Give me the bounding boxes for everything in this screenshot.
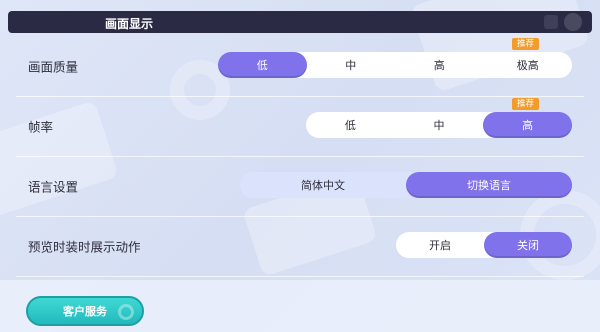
switch-language-button[interactable]: 切换语言 — [406, 172, 572, 198]
quality-option-high[interactable]: 高 — [395, 52, 484, 78]
preview-action-off[interactable]: 关闭 — [484, 232, 572, 258]
framerate-option-low[interactable]: 低 — [306, 112, 395, 138]
framerate-label: 帧率 — [28, 119, 54, 135]
customer-service-button[interactable]: 客户服务 — [26, 296, 144, 326]
quality-segmented-control: 低 中 高 极高 — [218, 52, 572, 78]
quality-option-medium[interactable]: 中 — [307, 52, 396, 78]
current-language: 简体中文 — [301, 179, 345, 192]
preview-action-label: 预览时装时展示动作 — [28, 239, 141, 255]
recommended-badge: 推荐 — [512, 38, 540, 50]
language-label: 语言设置 — [28, 179, 79, 195]
preview-action-toggle: 开启 关闭 — [396, 232, 572, 258]
quality-option-low[interactable]: 低 — [218, 52, 307, 78]
recommended-badge: 推荐 — [512, 98, 540, 110]
divider — [16, 276, 584, 277]
decorative-circle — [564, 13, 582, 31]
framerate-option-medium[interactable]: 中 — [395, 112, 484, 138]
preview-action-on[interactable]: 开启 — [396, 232, 484, 258]
framerate-option-high[interactable]: 高 — [483, 112, 573, 138]
framerate-segmented-control: 低 中 高 — [306, 112, 573, 138]
decorative-shape — [544, 15, 558, 29]
section-title: 画面显示 — [105, 17, 154, 31]
section-header: 画面显示 — [8, 11, 592, 33]
customer-service-label: 客户服务 — [63, 305, 107, 318]
quality-option-ultra[interactable]: 极高 — [484, 52, 573, 78]
decorative-circle-icon — [118, 304, 134, 320]
language-control: 简体中文 切换语言 — [240, 172, 572, 198]
quality-label: 画面质量 — [28, 59, 79, 75]
